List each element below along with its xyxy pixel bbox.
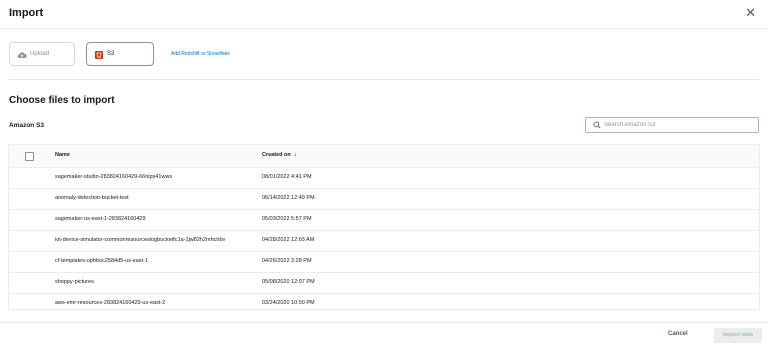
search-box[interactable] xyxy=(585,117,759,133)
created-date: 05/03/2022 5:57 PM xyxy=(262,216,312,222)
bucket-name: cf-templates-ophboc2584d5-us-east-1 xyxy=(55,258,148,264)
created-date: 03/24/2020 10:50 PM xyxy=(262,300,315,306)
cancel-button[interactable]: Cancel xyxy=(668,331,688,337)
upload-label: Upload xyxy=(30,51,50,57)
select-all-checkbox[interactable] xyxy=(25,152,34,161)
dialog-header: Import ✕ xyxy=(0,0,768,29)
section-divider xyxy=(8,79,760,80)
table-row[interactable]: aws-emr-resources-283824160429-us-east-2… xyxy=(9,293,759,309)
bucket-source-label: Amazon S3 xyxy=(9,122,45,129)
table-row[interactable]: iot-device-simulator-commonresourceslogb… xyxy=(9,230,759,252)
search-input[interactable] xyxy=(604,119,754,131)
s3-bucket-icon xyxy=(95,51,103,59)
table-row[interactable]: sagemaker-studio-283824160429-66nips41ww… xyxy=(9,167,759,189)
bucket-name: sagemaker-us-east-1-283824160429 xyxy=(55,216,146,222)
cloud-upload-icon xyxy=(17,52,27,59)
created-date: 06/14/2022 12:49 PM xyxy=(262,195,315,201)
table-row[interactable]: shoppy-pictures 05/08/2020 12:07 PM xyxy=(9,272,759,294)
bucket-table: Name Created on ↓ sagemaker-studio-283824… xyxy=(8,144,760,310)
s3-source-tile[interactable]: S3 xyxy=(86,42,154,66)
bucket-name: aws-emr-resources-283824160429-us-east-2 xyxy=(55,300,166,306)
table-header: Name Created on ↓ xyxy=(9,145,759,168)
created-date: 08/01/2022 4:41 PM xyxy=(262,174,312,180)
column-header-created-on[interactable]: Created on ↓ xyxy=(262,152,297,158)
bucket-name: anomaly-detection-bucket-test xyxy=(55,195,129,201)
bucket-name: shoppy-pictures xyxy=(55,279,94,285)
bucket-name: iot-device-simulator-commonresourceslogb… xyxy=(55,237,226,243)
section-title: Choose files to import xyxy=(9,95,115,106)
created-date: 05/08/2020 12:07 PM xyxy=(262,279,315,285)
table-row[interactable]: sagemaker-us-east-1-283824160429 05/03/2… xyxy=(9,209,759,231)
created-date: 04/26/2022 3:28 PM xyxy=(262,258,312,264)
created-on-label: Created on xyxy=(262,152,291,158)
close-icon[interactable]: ✕ xyxy=(745,5,756,21)
table-row[interactable]: anomaly-detection-bucket-test 06/14/2022… xyxy=(9,188,759,210)
column-header-name[interactable]: Name xyxy=(55,152,70,158)
s3-label: S3 xyxy=(107,51,115,57)
dialog-footer: Cancel Import data xyxy=(0,322,768,347)
created-date: 04/28/2022 12:03 AM xyxy=(262,237,315,243)
sort-descending-icon: ↓ xyxy=(293,152,297,158)
add-redshift-snowflake-link[interactable]: Add Redshift or Snowflake xyxy=(171,51,230,57)
search-icon xyxy=(593,121,601,129)
table-row[interactable]: cf-templates-ophboc2584d5-us-east-1 04/2… xyxy=(9,251,759,273)
dialog-title: Import xyxy=(9,7,44,19)
import-data-button[interactable]: Import data xyxy=(714,328,762,343)
bucket-name: sagemaker-studio-283824160429-66nips41ww… xyxy=(55,174,173,180)
upload-source-tile[interactable]: Upload xyxy=(9,42,75,66)
